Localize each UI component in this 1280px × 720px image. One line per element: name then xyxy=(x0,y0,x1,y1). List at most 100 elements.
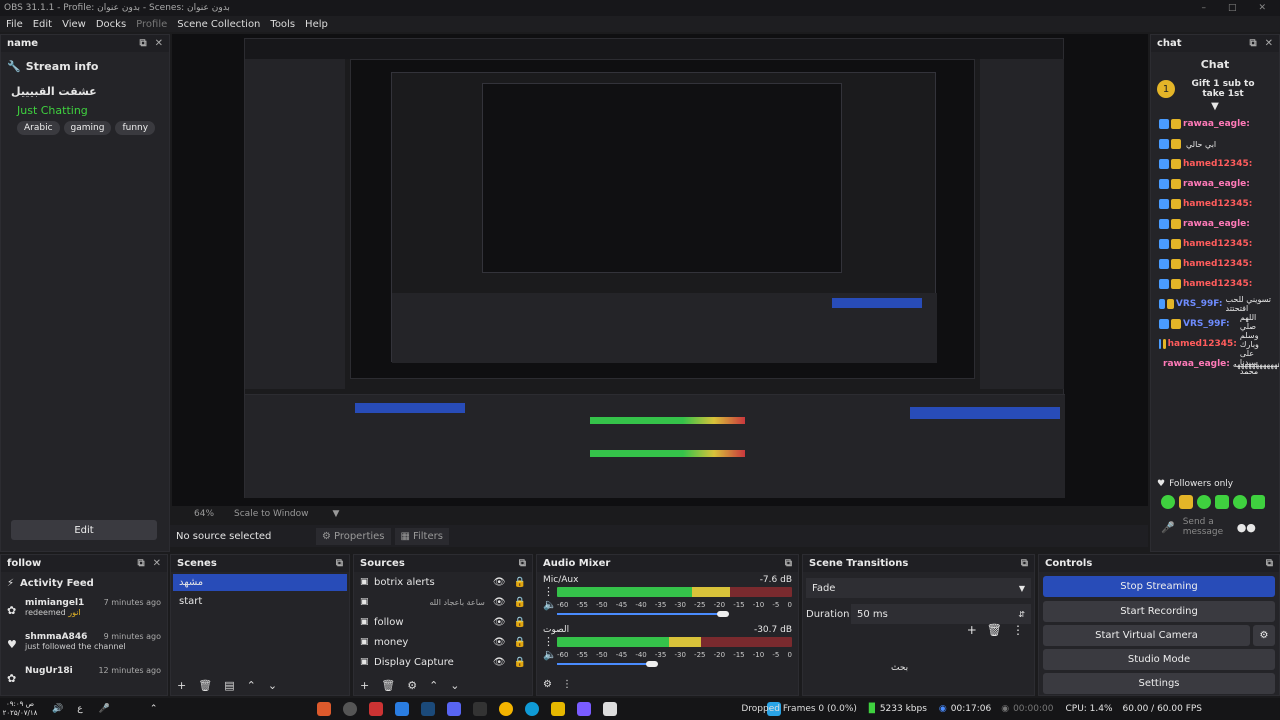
studio-mode-button[interactable]: Studio Mode xyxy=(1043,649,1275,670)
settings-button[interactable]: Settings xyxy=(1043,673,1275,694)
preview-canvas[interactable] xyxy=(172,34,1148,506)
gear-icon[interactable]: ⚙ xyxy=(407,679,417,692)
taskview-icon[interactable] xyxy=(603,702,618,716)
maximize-icon[interactable]: □ xyxy=(1228,3,1237,13)
chat-username[interactable]: hamed12345: xyxy=(1183,239,1252,249)
app-icon[interactable] xyxy=(395,702,410,716)
slider-handle[interactable] xyxy=(646,661,659,667)
source-item[interactable]: ▣ follow 👁 🔒 xyxy=(354,612,532,632)
source-item[interactable]: ▣ Display Capture 👁 🔒 xyxy=(354,652,532,672)
eye-icon[interactable]: 👁 xyxy=(493,597,506,608)
close-icon[interactable]: ✕ xyxy=(1258,3,1266,13)
undock-icon[interactable]: ⧉ xyxy=(137,558,144,569)
add-icon[interactable]: + xyxy=(967,623,977,637)
slider-handle[interactable] xyxy=(716,611,729,617)
chat-username[interactable]: rawaa_eagle: xyxy=(1183,219,1250,229)
menu-docks[interactable]: Docks xyxy=(96,19,126,30)
chat-username[interactable]: hamed12345: xyxy=(1168,339,1237,349)
minimize-icon[interactable]: – xyxy=(1201,3,1206,13)
chat-message[interactable]: hamed12345: xyxy=(1159,254,1271,274)
scale-mode-select[interactable]: Scale to Window xyxy=(234,509,308,519)
emote-icon[interactable] xyxy=(1197,495,1211,509)
more-icon[interactable]: ⋮ xyxy=(562,679,572,690)
chat-message[interactable]: hamed12345: xyxy=(1159,154,1271,174)
tray-chevron-up-icon[interactable]: ⌃ xyxy=(150,704,158,714)
emote-picker-icon[interactable]: ●● xyxy=(1237,521,1256,534)
volume-icon[interactable]: 🔊 xyxy=(52,704,63,714)
chat-username[interactable]: rawaa_eagle: xyxy=(1183,119,1250,129)
activity-user[interactable]: shmmaA846 xyxy=(25,632,87,642)
speaker-icon[interactable]: 🔈 xyxy=(543,648,557,661)
eye-icon[interactable]: 👁 xyxy=(493,617,506,628)
arrow-up-icon[interactable]: ⌃ xyxy=(247,679,256,692)
more-icon[interactable]: ⋮ xyxy=(1012,623,1024,637)
chat-username[interactable]: VRS_99F: xyxy=(1176,299,1223,309)
edge-icon[interactable] xyxy=(525,702,540,716)
chat-message[interactable]: hamed12345: xyxy=(1159,274,1271,294)
stepper-icon[interactable]: ⇵ xyxy=(1018,610,1025,619)
trash-icon[interactable]: 🗑 xyxy=(987,623,1002,637)
lock-icon[interactable]: 🔒 xyxy=(514,617,526,628)
eye-icon[interactable]: 👁 xyxy=(493,637,506,648)
audio-options-icon[interactable]: ⋮ xyxy=(543,635,557,648)
activity-user[interactable]: mimiangel1 xyxy=(25,598,84,608)
undock-icon[interactable]: ⧉ xyxy=(336,558,343,569)
scene-item[interactable]: start xyxy=(173,593,347,610)
chat-message[interactable]: hamed12345: xyxy=(1159,234,1271,254)
activity-user[interactable]: NugUr18i xyxy=(25,666,73,676)
undock-icon[interactable]: ⧉ xyxy=(519,558,526,569)
menu-view[interactable]: View xyxy=(62,19,86,30)
gear-icon[interactable]: ⚙ xyxy=(1253,625,1275,646)
chat-username[interactable]: VRS_99F: xyxy=(1183,319,1230,329)
chat-username[interactable]: rawaa_eagle: xyxy=(1163,359,1230,369)
undock-icon[interactable]: ⧉ xyxy=(139,38,146,49)
chat-message[interactable]: rawaa_eagle: xyxy=(1159,114,1271,134)
chat-message[interactable]: rawaa_eagle: xyxy=(1159,214,1271,234)
stop-streaming-button[interactable]: Stop Streaming xyxy=(1043,576,1275,597)
menu-profile[interactable]: Profile xyxy=(136,19,167,30)
scene-filter-icon[interactable]: ▤ xyxy=(224,679,234,692)
menu-file[interactable]: File xyxy=(6,19,23,30)
microphone-icon[interactable]: 🎤 xyxy=(99,704,110,714)
filters-button[interactable]: ▦ Filters xyxy=(394,527,449,545)
emote-icon[interactable] xyxy=(1215,495,1229,509)
emote-icon[interactable] xyxy=(1233,495,1247,509)
category-name[interactable]: Just Chatting xyxy=(17,104,159,117)
trash-icon[interactable]: 🗑 xyxy=(381,679,395,692)
chat-input[interactable]: Send a message xyxy=(1183,517,1231,537)
chat-message-list[interactable]: rawaa_eagle: ابي حالي hamed12345: rawaa_eag… xyxy=(1151,112,1279,376)
gift-sub-text[interactable]: Gift 1 sub to take 1st xyxy=(1183,79,1263,99)
speaker-icon[interactable]: 🔈 xyxy=(543,598,557,611)
close-icon[interactable]: ✕ xyxy=(155,38,163,49)
lock-icon[interactable]: 🔒 xyxy=(514,577,526,588)
chat-username[interactable]: hamed12345: xyxy=(1183,279,1252,289)
edit-button[interactable]: Edit xyxy=(11,520,157,540)
chat-message[interactable]: hamed12345: xyxy=(1159,194,1271,214)
properties-button[interactable]: ⚙ Properties xyxy=(316,527,391,545)
volume-slider[interactable] xyxy=(557,613,722,615)
undock-icon[interactable]: ⧉ xyxy=(1249,38,1256,49)
undock-icon[interactable]: ⧉ xyxy=(1021,558,1028,569)
transition-select[interactable]: Fade ▼ xyxy=(806,578,1031,598)
chat-username[interactable]: hamed12345: xyxy=(1183,159,1252,169)
lock-icon[interactable]: 🔒 xyxy=(514,657,526,668)
emote-icon[interactable] xyxy=(1251,495,1265,509)
undock-icon[interactable]: ⧉ xyxy=(785,558,792,569)
epic-games-icon[interactable] xyxy=(473,702,488,716)
audio-options-icon[interactable]: ⋮ xyxy=(543,585,557,598)
chrome-icon[interactable] xyxy=(499,702,514,716)
emote-icon[interactable] xyxy=(1179,495,1193,509)
chat-message[interactable]: hamed12345: اللهم صلي وسلم وبارك على سيدن… xyxy=(1159,313,1271,376)
eye-icon[interactable]: 👁 xyxy=(493,577,506,588)
menu-tools[interactable]: Tools xyxy=(270,19,295,30)
emote-icon[interactable] xyxy=(1161,495,1175,509)
chat-username[interactable]: rawaa_eagle: xyxy=(1183,179,1250,189)
source-item[interactable]: ▣ money 👁 🔒 xyxy=(354,632,532,652)
microphone-icon[interactable]: 🎤 xyxy=(1161,521,1175,534)
volume-slider[interactable] xyxy=(557,663,651,665)
chat-message[interactable]: rawaa_eagle: xyxy=(1159,174,1271,194)
obs-app-icon[interactable] xyxy=(343,702,358,716)
lock-icon[interactable]: 🔒 xyxy=(514,637,526,648)
eye-icon[interactable]: 👁 xyxy=(493,657,506,668)
start-recording-button[interactable]: Start Recording xyxy=(1043,601,1275,622)
